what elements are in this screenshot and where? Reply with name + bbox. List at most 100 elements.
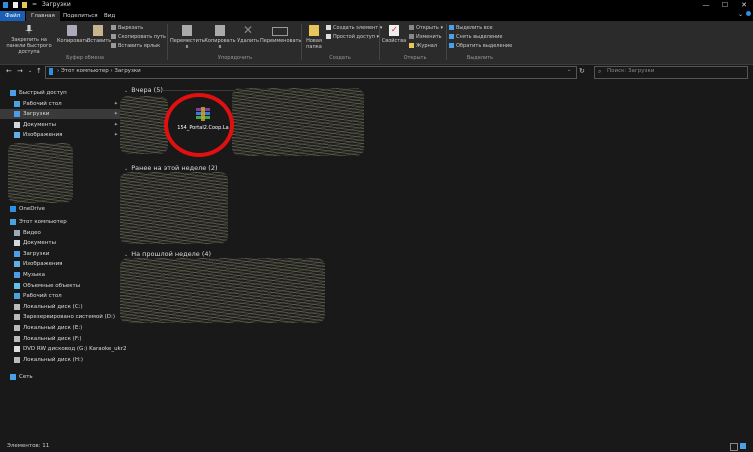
tab-home[interactable]: Главная bbox=[26, 11, 60, 21]
open-button[interactable]: Открыть ▾ bbox=[409, 25, 443, 31]
sidebar-item-quick-access-3[interactable]: Документы ✦ bbox=[0, 120, 121, 130]
history-button[interactable]: Журнал bbox=[409, 43, 437, 49]
sidebar-item-this-pc-10[interactable]: Локальный диск (E:) bbox=[0, 323, 121, 333]
group-label-select: Выделить bbox=[466, 55, 494, 61]
delete-x-icon: ✕ bbox=[243, 23, 254, 37]
new-item-button[interactable]: Создать элемент ▾ bbox=[326, 25, 382, 31]
breadcrumb: › Этот компьютер › Загрузки bbox=[57, 68, 141, 74]
help-icon[interactable] bbox=[746, 11, 751, 16]
breadcrumb-downloads[interactable]: Загрузки bbox=[114, 68, 140, 74]
paste-shortcut-button[interactable]: Вставить ярлык bbox=[111, 43, 160, 49]
rename-icon bbox=[272, 27, 288, 36]
edit-icon bbox=[409, 34, 414, 39]
select-all-icon bbox=[449, 25, 454, 30]
drive-icon bbox=[14, 303, 20, 310]
move-to-button[interactable]: Переместить в bbox=[170, 25, 205, 50]
refresh-icon[interactable]: ↻ bbox=[579, 66, 585, 77]
item-count: Элементов: 11 bbox=[7, 443, 50, 449]
address-dropdown-icon[interactable]: ⌄ bbox=[567, 67, 571, 73]
sidebar-item-this-pc-5[interactable]: Музыка bbox=[0, 270, 121, 280]
downloads-location-icon bbox=[49, 68, 53, 75]
search-icon: ⌕ bbox=[598, 68, 602, 75]
explorer-app-icon bbox=[3, 2, 8, 8]
desktop-icon bbox=[14, 100, 20, 107]
sidebar-item-this-pc-0[interactable]: Этот компьютер bbox=[0, 217, 121, 227]
close-button[interactable]: ✕ bbox=[735, 0, 753, 10]
sidebar-item-this-pc-11[interactable]: Локальный диск (F:) bbox=[0, 334, 121, 344]
documents-icon bbox=[14, 240, 20, 247]
redacted-scribble bbox=[120, 96, 168, 154]
breadcrumb-this-pc[interactable]: Этот компьютер bbox=[61, 68, 109, 74]
pin-icon: ✦ bbox=[113, 100, 118, 107]
up-arrow-icon[interactable]: ↑ bbox=[36, 66, 42, 77]
ribbon-separator bbox=[301, 24, 302, 60]
sidebar-item-onedrive[interactable]: OneDrive bbox=[0, 204, 121, 214]
sidebar-item-this-pc-2[interactable]: Документы bbox=[0, 238, 121, 248]
sidebar-item-this-pc-12[interactable]: DVD RW дисковод (G:) Karaoke_ukr2 bbox=[0, 344, 127, 354]
copy-button[interactable]: Копировать bbox=[57, 25, 88, 44]
move-to-icon bbox=[182, 25, 192, 36]
sidebar-item-this-pc-4[interactable]: Изображения bbox=[0, 259, 121, 269]
rename-button[interactable]: Переименовать bbox=[260, 25, 301, 44]
computer-icon bbox=[10, 219, 16, 225]
select-all-button[interactable]: Выделить все bbox=[449, 25, 493, 31]
sidebar-item-this-pc-1[interactable]: Видео bbox=[0, 228, 121, 238]
sidebar-item-this-pc-9[interactable]: Зарезервировано системой (D:) bbox=[0, 312, 121, 322]
sidebar-item-quick-access-2[interactable]: Загрузки ✦ bbox=[0, 109, 121, 119]
new-folder-quick-icon[interactable] bbox=[22, 2, 27, 8]
group-label-clipboard: Буфер обмена bbox=[66, 55, 104, 61]
sidebar-item-this-pc-8[interactable]: Локальный диск (C:) bbox=[0, 302, 121, 312]
group-label-new: Создать bbox=[329, 55, 351, 61]
sidebar-item-label: Загрузки bbox=[23, 250, 50, 257]
select-none-button[interactable]: Снять выделение bbox=[449, 34, 503, 40]
sidebar-item-quick-access-0[interactable]: Быстрый доступ bbox=[0, 88, 121, 98]
tab-view[interactable]: Вид bbox=[99, 11, 120, 21]
ribbon-separator bbox=[167, 24, 168, 60]
sidebar-item-this-pc-6[interactable]: Объемные объекты bbox=[0, 281, 121, 291]
sidebar-item-network[interactable]: Сеть bbox=[0, 372, 121, 382]
sidebar-item-label: Документы bbox=[23, 240, 56, 247]
redacted-scribble bbox=[232, 88, 364, 156]
dvd-icon bbox=[14, 346, 20, 353]
new-folder-button[interactable]: Новая папка bbox=[303, 25, 325, 50]
sidebar-item-this-pc-7[interactable]: Рабочий стол bbox=[0, 291, 121, 301]
ribbon-collapse-icon[interactable]: ⌄ bbox=[738, 11, 743, 18]
status-bar bbox=[0, 441, 753, 452]
music-icon bbox=[14, 272, 20, 278]
sidebar-item-this-pc-13[interactable]: Локальный диск (H:) bbox=[0, 355, 121, 365]
properties-button[interactable]: ✓ Свойства bbox=[381, 25, 407, 44]
large-icons-view-icon[interactable] bbox=[740, 443, 746, 449]
star-icon bbox=[10, 90, 16, 96]
cut-button[interactable]: Вырезать bbox=[111, 25, 143, 31]
sidebar-item-quick-access-1[interactable]: Рабочий стол ✦ bbox=[0, 99, 121, 109]
new-item-icon bbox=[326, 25, 331, 30]
minimize-button[interactable]: — bbox=[697, 0, 715, 10]
tab-file[interactable]: Файл bbox=[0, 11, 26, 21]
sidebar-item-this-pc-3[interactable]: Загрузки bbox=[0, 249, 121, 259]
copy-path-button[interactable]: Скопировать путь bbox=[111, 34, 166, 40]
delete-button[interactable]: ✕ Удалить bbox=[236, 23, 260, 44]
tab-share[interactable]: Поделиться bbox=[58, 11, 103, 21]
cloud-icon bbox=[10, 206, 16, 212]
forward-arrow-icon[interactable]: → bbox=[17, 66, 23, 77]
pin-quick-access-button[interactable]: Закрепить на панели быстрого доступа bbox=[2, 25, 56, 55]
easy-access-button[interactable]: Простой доступ ▾ bbox=[326, 34, 379, 40]
sidebar-item-quick-access-4[interactable]: Изображения ✦ bbox=[0, 130, 121, 140]
paste-button[interactable]: Вставить bbox=[87, 25, 111, 44]
invert-selection-button[interactable]: Обратить выделение bbox=[449, 43, 512, 49]
quick-access-dropdown-icon[interactable]: = bbox=[32, 1, 37, 8]
edit-button[interactable]: Изменить bbox=[409, 34, 442, 40]
recent-locations-icon[interactable]: ⌄ bbox=[28, 66, 32, 77]
details-view-icon[interactable] bbox=[730, 443, 738, 451]
properties-quick-icon[interactable] bbox=[13, 2, 18, 8]
back-arrow-icon[interactable]: ← bbox=[6, 66, 12, 77]
copy-to-button[interactable]: Копировать в bbox=[204, 25, 236, 50]
window-title: Загрузки bbox=[42, 1, 71, 8]
group-header-earlier-this-week[interactable]: ⌄ Ранее на этой неделе (2) bbox=[124, 164, 218, 172]
sidebar-item-label: Изображения bbox=[23, 261, 63, 268]
open-icon bbox=[409, 25, 414, 30]
group-header-last-week[interactable]: ⌄ На прошлой неделе (4) bbox=[124, 250, 211, 258]
maximize-button[interactable]: ☐ bbox=[716, 0, 734, 10]
drive-icon bbox=[14, 356, 20, 363]
group-header-yesterday[interactable]: ⌄ Вчера (5) bbox=[124, 86, 163, 94]
